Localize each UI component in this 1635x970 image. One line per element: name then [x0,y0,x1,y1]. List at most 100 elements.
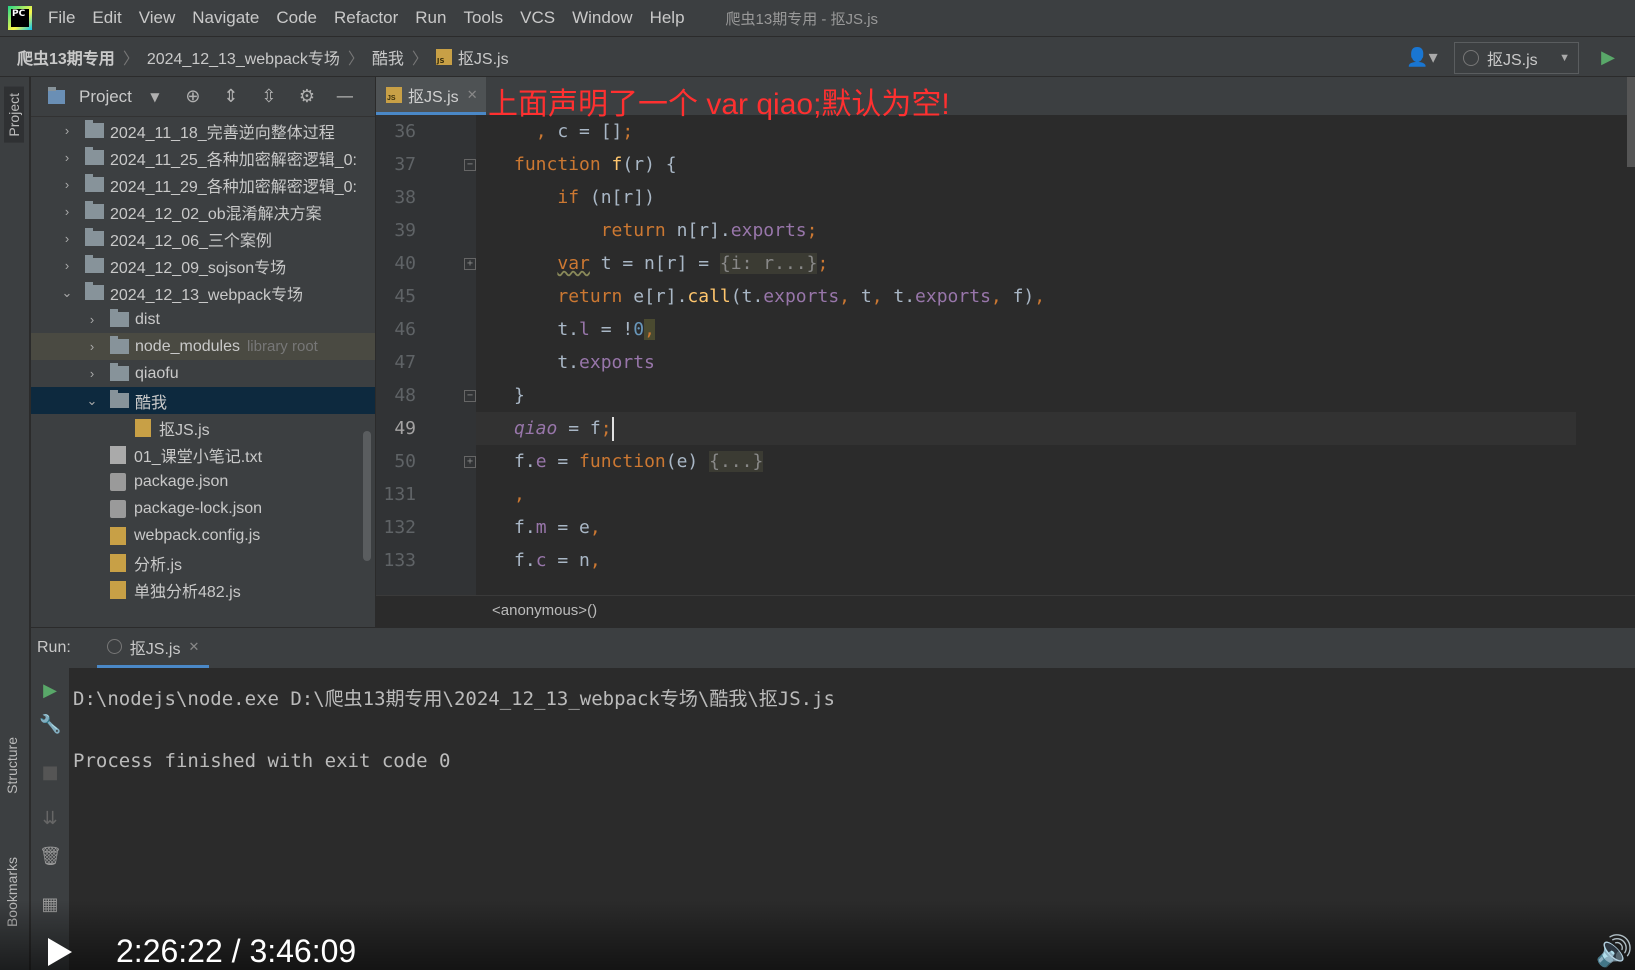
console-line-command: D:\nodejs\node.exe D:\爬虫13期专用\2024_12_13… [73,688,835,710]
run-configuration-dropdown[interactable]: 抠JS.js ▼ [1454,42,1579,74]
tree-item[interactable]: › qiaofu [31,360,375,387]
tree-item[interactable]: 单独分析482.js [31,576,375,603]
tree-item[interactable]: › 2024_12_09_sojson专场 [31,252,375,279]
folder-icon [85,255,104,273]
code-line: } [514,385,525,406]
locate-file-icon[interactable]: ⊕ [182,86,204,107]
collapse-all-icon[interactable]: ⇳ [258,86,280,107]
fold-collapse-icon[interactable]: − [464,159,476,171]
breadcrumb-folder[interactable]: 2024_12_13_webpack专场 [147,45,340,69]
tree-scrollbar[interactable] [363,431,371,561]
rerun-icon[interactable]: ▶ [39,680,61,701]
menu-run[interactable]: Run [415,8,446,28]
gear-icon[interactable]: ⚙ [296,86,318,107]
chevron-down-icon[interactable]: ⌄ [84,393,100,409]
line-number: 48 [394,385,416,406]
code-line: function f(r) { [514,154,677,175]
menu-navigate[interactable]: Navigate [192,8,259,28]
scroll-to-end-icon[interactable]: ⇊ [39,808,61,829]
code-line: if (n[r]) [557,187,655,208]
stop-icon[interactable]: ■ [39,762,61,783]
project-tool-window-button[interactable]: Project [4,87,24,143]
tree-item[interactable]: › 2024_12_06_三个案例 [31,225,375,252]
chevron-right-icon[interactable]: › [59,258,75,273]
menu-file[interactable]: File [48,8,75,28]
console-output[interactable]: D:\nodejs\node.exe D:\爬虫13期专用\2024_12_13… [73,668,1613,918]
tree-item-label: 2024_12_06_三个案例 [110,232,272,250]
fold-expand-icon[interactable]: + [464,258,476,270]
tree-item[interactable]: › 2024_11_25_各种加密解密逻辑_0: [31,144,375,171]
menu-refactor[interactable]: Refactor [334,8,398,28]
volume-icon[interactable]: 🔊 [1596,934,1633,969]
chevron-right-icon[interactable]: › [59,177,75,192]
chevron-right-icon[interactable]: › [59,150,75,165]
chevron-right-icon[interactable]: › [59,231,75,246]
menu-code[interactable]: Code [276,8,317,28]
expand-all-icon[interactable]: ⇕ [220,86,242,107]
folder-icon [85,147,104,165]
run-config-label: 抠JS.js [1487,52,1538,69]
editor-tab-bar: JS 抠JS.js ✕ 上面声明了一个 var qiao;默认为空! [376,77,1635,121]
tree-item[interactable]: webpack.config.js [31,522,375,549]
menu-edit[interactable]: Edit [92,8,121,28]
line-number: 37 [394,154,416,175]
menu-help[interactable]: Help [650,8,685,28]
chevron-down-icon[interactable]: ⌄ [59,285,75,301]
js-file-icon: JS [386,86,402,103]
run-tab-label: 抠JS.js [129,640,181,658]
breadcrumb-project[interactable]: 爬虫13期专用 [17,45,115,69]
line-number: 50 [394,451,416,472]
menu-tools[interactable]: Tools [463,8,503,28]
close-icon[interactable]: ✕ [188,639,199,655]
chevron-right-icon[interactable]: › [84,366,100,381]
editor-gutter: 36 37 − 38 39 40 +45 46 47 48 − 49 50 +131 132 133 [376,115,476,595]
trash-icon[interactable]: 🗑 [39,846,62,867]
tree-item[interactable]: › dist [31,306,375,333]
fold-collapse-icon[interactable]: − [464,390,476,402]
tree-item[interactable]: 01_课堂小笔记.txt [31,441,375,468]
editor-tab-active[interactable]: JS 抠JS.js ✕ [376,77,486,115]
tree-item-label: qiaofu [135,364,179,382]
tree-item[interactable]: › 2024_11_29_各种加密解密逻辑_0: [31,171,375,198]
run-tab[interactable]: 抠JS.js ✕ [96,628,210,668]
tree-item[interactable]: package.json [31,468,375,495]
folder-icon [85,120,104,138]
structure-tool-window-button[interactable]: Structure [4,737,20,794]
tree-item[interactable]: › 2024_12_02_ob混淆解决方案 [31,198,375,225]
chevron-right-icon[interactable]: › [84,312,100,327]
tree-item[interactable]: ⌄ 酷我 [31,387,375,414]
chevron-right-icon[interactable]: › [59,123,75,138]
left-tool-strip: Project Structure Bookmarks [0,77,30,970]
minimize-icon[interactable]: — [334,86,356,107]
breadcrumb-file[interactable]: 抠JS.js [458,45,509,69]
close-icon[interactable]: ✕ [467,87,478,103]
code-line: f.c = n, [514,550,601,571]
tree-item[interactable]: 抠JS.js [31,414,375,441]
pycharm-logo-icon: PC [8,6,32,30]
chevron-right-icon[interactable]: › [84,339,100,354]
wrench-icon[interactable]: 🔧 [39,714,61,735]
play-icon[interactable] [48,938,72,966]
tree-item-label: 2024_12_02_ob混淆解决方案 [110,205,322,223]
menu-view[interactable]: View [139,8,176,28]
chevron-down-icon[interactable]: ▼ [144,90,166,104]
fold-expand-icon[interactable]: + [464,456,476,468]
breadcrumb-subfolder[interactable]: 酷我 [372,45,404,69]
tree-item[interactable]: package-lock.json [31,495,375,522]
menu-window[interactable]: Window [572,8,632,28]
tree-item[interactable]: ⌄ 2024_12_13_webpack专场 [31,279,375,306]
project-view-selector[interactable]: Project [79,87,132,107]
user-icon[interactable]: 👤▾ [1402,43,1442,73]
code-line: , c = []; [535,121,634,142]
menu-vcs[interactable]: VCS [520,8,555,28]
run-button[interactable]: ▶ [1593,43,1623,73]
code-view[interactable]: , c = []; function f(r) { if (n[r]) retu… [476,115,1635,595]
tree-item[interactable]: › 2024_11_18_完善逆向整体过程 [31,117,375,144]
tree-item[interactable]: 分析.js [31,549,375,576]
chevron-right-icon[interactable]: › [59,204,75,219]
editor-breadcrumb[interactable]: <anonymous>() [376,595,1635,627]
line-number: 47 [394,352,416,373]
tree-item[interactable]: › node_modules library root [31,333,375,360]
editor-scrollbar[interactable] [1627,77,1635,167]
tree-item-label: dist [135,310,160,328]
